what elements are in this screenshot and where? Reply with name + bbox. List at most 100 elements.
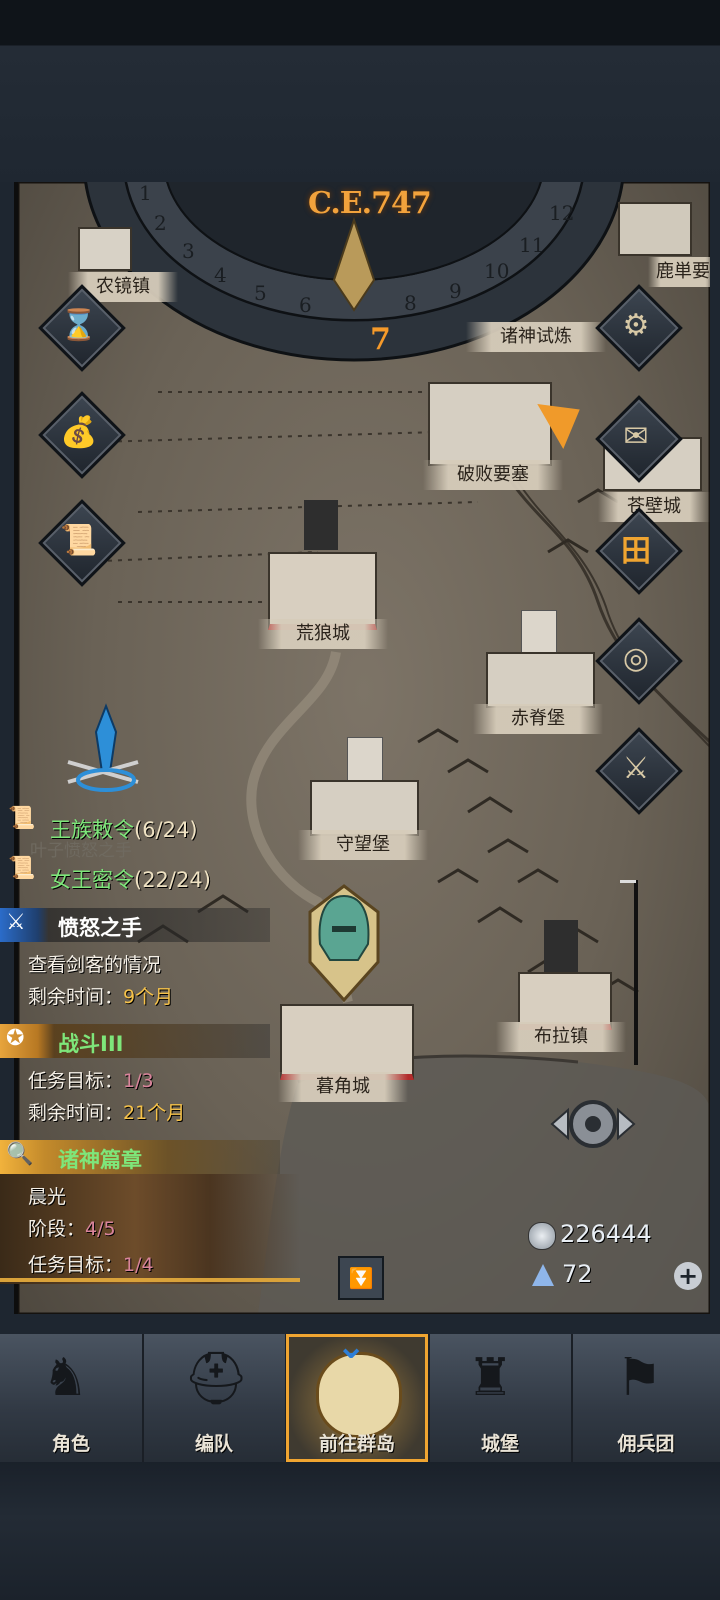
town-label-lu[interactable]: 鹿単要 [648,257,710,287]
quest-anger-time-value: 9个月 [123,986,174,1008]
quest-anger-desc: 查看剑客的情况 [28,954,162,976]
quest-battle-time-label: 剩余时间： [28,1102,124,1124]
banner-bula [544,920,578,972]
nav-archipelago-label: 前往群岛 [318,1433,395,1455]
quest-gods-goal: 任务目标：1/4 [28,1250,154,1277]
player-helmet-marker[interactable] [304,882,384,1002]
quest-queen[interactable]: 女王密令(22/24) [50,864,211,894]
town-label-shouwang[interactable]: 守望堡 [298,830,428,860]
crystal-amount: 72 [562,1260,593,1288]
silver-coin-icon [528,1222,556,1250]
swords-crystal-marker[interactable] [58,702,148,792]
nav-character-label: 角色 [51,1433,90,1455]
pouch-icon: 💰 [60,414,98,450]
month-6: 6 [299,293,312,317]
town-label-chiji[interactable]: 赤脊堡 [473,704,603,734]
quest-battle-goal-value: 1/3 [123,1070,154,1092]
castle-chiji[interactable] [486,652,595,708]
town-label-bicheng[interactable]: 苍壁城 [598,492,710,522]
month-3: 3 [182,239,195,263]
quest-anger-time: 剩余时间：9个月 [28,982,173,1009]
helmet-icon: ⚔ [622,750,650,786]
helmet-icon: ⛑ [183,1349,250,1409]
quest-battle-goal-label: 任务目标： [28,1070,124,1092]
castle-nongjing[interactable] [78,227,132,271]
banner-huanglang [304,500,338,550]
top-band [0,0,720,182]
nav-castle[interactable]: ♜ 城堡 [429,1334,573,1462]
castle-pobai[interactable] [428,382,552,466]
quest-battle-time-value: 21个月 [123,1102,186,1124]
quest-battle-goal: 任务目标：1/3 [28,1066,154,1093]
quest-gods-stage-value: 4/5 [85,1218,116,1240]
month-10: 10 [484,259,509,283]
castle-shouwang[interactable] [310,780,419,836]
nav-formation-label: 编队 [194,1433,233,1455]
banner-icon: ⚑ [616,1348,663,1408]
current-month: 7 [370,322,391,357]
quest-gods-stage-label: 阶段： [28,1218,86,1240]
collapse-down-icon: ⏬ [348,1266,374,1290]
nav-castle-label: 城堡 [480,1433,519,1455]
nav-archipelago[interactable]: ⌄ 前往群岛 [286,1326,430,1462]
sword-icon: ⚔ [6,910,26,935]
locate-center-icon[interactable] [548,1088,638,1160]
magnifier-icon: 🔍 [6,1142,34,1167]
quest-gods-header[interactable]: 🔍 诸神篇章 [0,1140,280,1174]
silver-amount: 226444 [560,1220,652,1248]
quest-battle-time: 剩余时间：21个月 [28,1098,185,1125]
month-12: 12 [549,201,574,225]
month-9: 9 [449,279,462,303]
town-label-huanglang[interactable]: 荒狼城 [258,619,388,649]
crystal-icon [532,1264,554,1286]
town-label-trial[interactable]: 诸神试炼 [466,322,606,352]
quest-gods-goal-label: 任务目标： [28,1254,124,1276]
quest-anger-time-label: 剩余时间： [28,986,124,1008]
plus-icon: + [677,1262,699,1290]
nav-mercenary-label: 佣兵团 [617,1433,675,1455]
month-8: 8 [404,291,417,315]
nav-formation[interactable]: ⛑ 编队 [143,1334,287,1462]
collapse-button[interactable]: ⏬ [338,1256,384,1300]
building-icon: 田 [621,534,651,569]
quest-queen-count: (22/24) [134,868,211,892]
mail-icon: ✉ [623,418,649,454]
castle-lu[interactable] [618,202,692,256]
quest-battle-header[interactable]: ✪ 战斗III [0,1024,270,1058]
knight-icon: ♞ [42,1348,89,1408]
castle-mujiao[interactable] [280,1004,414,1080]
castle-icon: ♜ [467,1348,514,1408]
faded-quest-text: 叶子愤怒之手 [30,841,132,861]
scroll-icon-queen: 📜 [8,856,36,881]
nav-character[interactable]: ♞ 角色 [0,1334,144,1462]
quest-gods-goal-value: 1/4 [123,1254,154,1276]
add-crystal-button[interactable]: + [674,1262,702,1290]
quest-royal-count: (6/24) [134,818,198,842]
month-2: 2 [154,211,167,235]
scroll-icon-royal: 📜 [8,806,36,831]
quest-anger-title: 愤怒之手 [58,916,142,940]
quest-gods-title: 诸神篇章 [58,1148,142,1172]
town-label-pobai[interactable]: 破败要塞 [423,460,563,490]
shield-icon: ◎ [622,640,650,676]
town-label-bula[interactable]: 布拉镇 [496,1022,626,1052]
bottom-nav: ♞ 角色 ⛑ 编队 ⌄ 前往群岛 ♜ 城堡 ⚑ 佣兵团 [0,1326,720,1462]
month-4: 4 [214,263,227,287]
zoom-slider-track[interactable] [634,880,638,1065]
quest-battle-title: 战斗III [58,1032,124,1056]
bottom-band [0,1462,720,1600]
town-label-mujiao[interactable]: 暮角城 [278,1072,408,1102]
scroll-icon: 📜 [60,522,98,558]
era-label: C.E.747 [308,186,432,221]
month-1: 1 [139,182,152,205]
zoom-slider-handle[interactable] [620,880,636,883]
month-11: 11 [519,233,544,257]
gear-icon: ⚙ [622,307,650,343]
quest-anger-header[interactable]: ⚔ 愤怒之手 [0,908,270,942]
swords-icon: ✪ [6,1026,25,1051]
quest-gods-divider [0,1278,300,1282]
quest-gods-stage: 阶段：4/5 [28,1214,116,1241]
nav-mercenary[interactable]: ⚑ 佣兵团 [572,1334,720,1462]
chevron-down-icon: ⌄ [336,1326,367,1367]
month-5: 5 [254,281,267,305]
